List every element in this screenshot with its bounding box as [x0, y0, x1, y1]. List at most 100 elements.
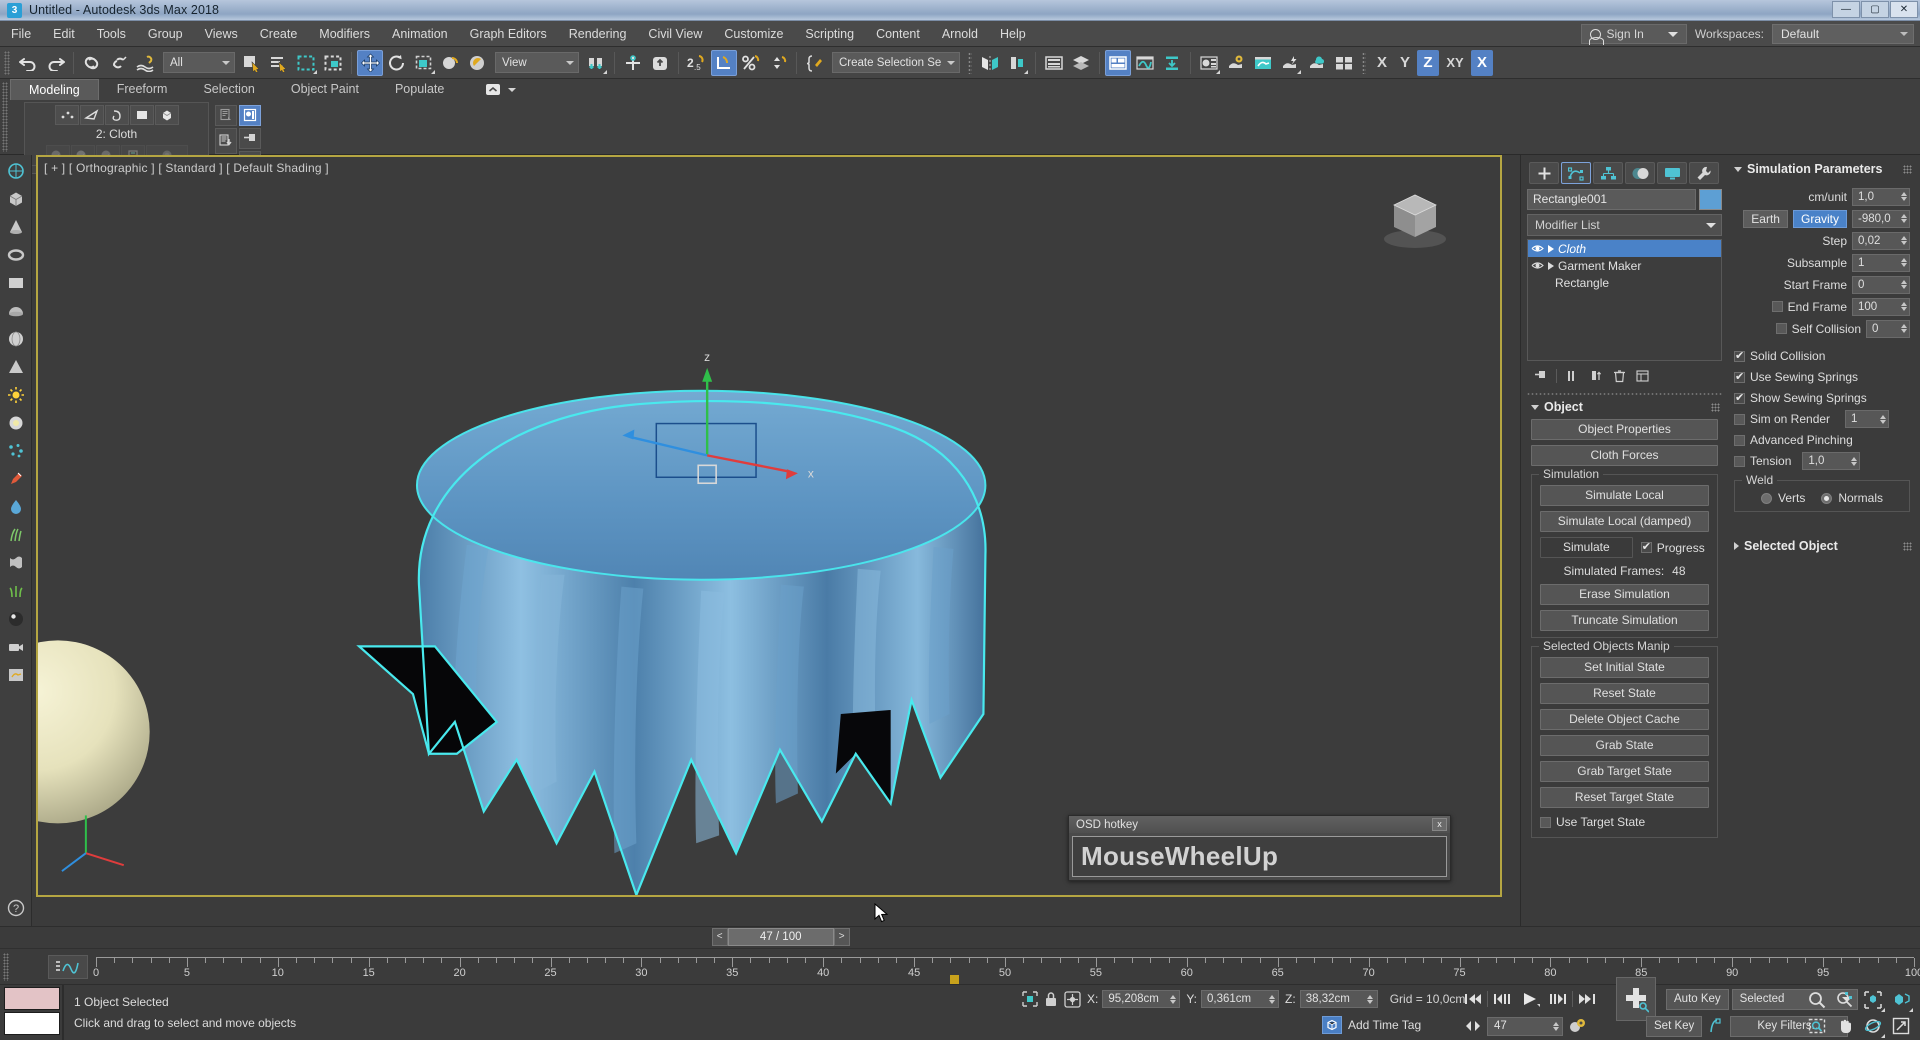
modifier-stack[interactable]: Cloth Garment Maker Rectangle — [1527, 239, 1722, 361]
end-frame-checkbox[interactable] — [1771, 301, 1783, 312]
cylinder-icon[interactable] — [4, 355, 28, 379]
show-end-result-button[interactable] — [239, 104, 261, 126]
menu-edit[interactable]: Edit — [42, 21, 86, 47]
previous-frame-button[interactable] — [1491, 988, 1513, 1010]
polygon-subobject-button[interactable] — [129, 105, 154, 125]
menu-civil-view[interactable]: Civil View — [637, 21, 713, 47]
orthographic-viewport[interactable]: [ + ] [ Orthographic ] [ Standard ] [ De… — [36, 155, 1502, 897]
self-collision-spinner[interactable]: 0 — [1866, 319, 1910, 338]
paint-icon[interactable] — [4, 467, 28, 491]
object-properties-button[interactable]: Object Properties — [1531, 419, 1718, 440]
select-and-scale-button[interactable] — [411, 50, 437, 76]
use-sewing-springs-checkbox[interactable] — [1734, 370, 1745, 383]
play-animation-button[interactable] — [1516, 988, 1544, 1010]
grass-icon[interactable] — [4, 579, 28, 603]
element-subobject-button[interactable] — [154, 105, 179, 125]
object-color-swatch[interactable] — [1699, 189, 1722, 210]
weld-verts-option[interactable]: Verts — [1760, 491, 1805, 505]
ribbon-grip[interactable] — [2, 82, 8, 152]
grab-state-button[interactable]: Grab State — [1540, 735, 1709, 756]
use-sewing-springs-row[interactable]: Use Sewing Springs — [1734, 368, 1910, 386]
select-and-move-button[interactable] — [357, 49, 383, 76]
motion-tab[interactable] — [1625, 162, 1655, 184]
ribbon-minimize-toggle[interactable] — [462, 79, 533, 99]
truncate-simulation-button[interactable]: Truncate Simulation — [1540, 610, 1709, 631]
tab-modeling[interactable]: Modeling — [10, 79, 99, 100]
progress-checkbox-row[interactable]: Progress — [1640, 539, 1705, 557]
hemisphere-icon[interactable] — [4, 299, 28, 323]
y-input[interactable]: 0,361cm — [1201, 990, 1280, 1008]
go-to-start-button[interactable] — [1462, 988, 1484, 1010]
expand-triangle-icon[interactable] — [1548, 244, 1554, 253]
use-target-state-row[interactable]: Use Target State — [1540, 813, 1709, 831]
angle-snap-button[interactable] — [711, 49, 737, 76]
pin-stack-button[interactable] — [239, 127, 261, 149]
self-collision-checkbox[interactable] — [1775, 323, 1787, 334]
menu-group[interactable]: Group — [137, 21, 194, 47]
absolute-relative-toggle-icon[interactable] — [1064, 990, 1081, 1008]
select-and-place-button[interactable] — [438, 50, 464, 76]
modifier-list-dropdown[interactable]: Modifier List — [1527, 214, 1722, 236]
simulate-local-button[interactable]: Simulate Local — [1540, 485, 1709, 506]
render-production-button[interactable] — [1277, 50, 1303, 76]
time-configuration-button[interactable] — [1566, 1015, 1588, 1037]
current-frame-input[interactable]: 47 — [1487, 1016, 1563, 1036]
bind-to-space-warp-button[interactable] — [133, 50, 159, 76]
grab-target-state-button[interactable]: Grab Target State — [1540, 761, 1709, 782]
create-shapes-icon[interactable] — [4, 159, 28, 183]
menu-content[interactable]: Content — [865, 21, 931, 47]
time-slider-track[interactable]: < 47 / 100 > — [34, 928, 1510, 948]
solid-collision-checkbox[interactable] — [1734, 349, 1745, 362]
time-slider-handle[interactable]: 47 / 100 — [727, 928, 834, 946]
stack-item-cloth[interactable]: Cloth — [1528, 240, 1721, 257]
scene-converter-icon[interactable] — [4, 663, 28, 687]
time-tag-icon[interactable] — [1322, 1016, 1342, 1034]
subsample-spinner[interactable]: 1 — [1852, 253, 1910, 272]
percent-snap-toggle-button[interactable] — [738, 50, 764, 76]
unlink-selection-button[interactable] — [106, 50, 132, 76]
menu-customize[interactable]: Customize — [713, 21, 794, 47]
set-initial-state-button[interactable]: Set Initial State — [1540, 657, 1709, 678]
sphere-icon[interactable] — [4, 327, 28, 351]
menu-graph-editors[interactable]: Graph Editors — [459, 21, 558, 47]
gravity-spinner[interactable]: -980,0 — [1852, 209, 1910, 228]
tab-freeform[interactable]: Freeform — [99, 79, 186, 99]
help-icon[interactable]: ? — [4, 896, 28, 920]
expand-triangle-icon[interactable] — [1548, 261, 1554, 270]
stack-item-garment-maker[interactable]: Garment Maker — [1528, 257, 1721, 274]
next-frame-button[interactable] — [1547, 988, 1569, 1010]
set-key-button[interactable]: Set Key — [1646, 1015, 1703, 1037]
named-selection-sets-combo[interactable]: Create Selection Se — [832, 52, 960, 73]
modify-tab[interactable] — [1561, 162, 1591, 184]
angle-snap-toggle-button[interactable]: 2.5 — [684, 50, 710, 76]
z-coordinate-field[interactable]: Z: 38,32cm — [1285, 990, 1378, 1008]
use-pivot-point-center-button[interactable] — [583, 50, 609, 76]
menu-create[interactable]: Create — [249, 21, 309, 47]
menu-arnold[interactable]: Arnold — [931, 21, 989, 47]
select-and-rotate-button[interactable] — [384, 50, 410, 76]
zoom-region-icon[interactable] — [1804, 1014, 1830, 1038]
hair-icon[interactable] — [4, 523, 28, 547]
open-render-gallery-button[interactable] — [1331, 50, 1357, 76]
menu-scripting[interactable]: Scripting — [794, 21, 865, 47]
particles-icon[interactable] — [4, 439, 28, 463]
menu-modifiers[interactable]: Modifiers — [308, 21, 381, 47]
x-input[interactable]: 95,208cm — [1102, 990, 1181, 1008]
configure-modifier-sets-icon[interactable] — [1635, 368, 1649, 384]
constraint-z-button[interactable]: Z — [1417, 49, 1439, 76]
preserve-uvs-button[interactable] — [215, 104, 237, 126]
x-coordinate-field[interactable]: X: 95,208cm — [1087, 990, 1181, 1008]
pan-hand-icon[interactable] — [1832, 1014, 1858, 1038]
constraint-x-button[interactable]: X — [1371, 50, 1393, 76]
sim-on-render-row[interactable]: Sim on Render 1 — [1734, 410, 1910, 428]
border-subobject-button[interactable] — [104, 105, 129, 125]
cloth-forces-button[interactable]: Cloth Forces — [1531, 445, 1718, 466]
simulation-parameters-header[interactable]: Simulation Parameters — [1728, 159, 1916, 179]
box-icon[interactable] — [4, 187, 28, 211]
ambient-light-icon[interactable] — [4, 411, 28, 435]
redo-button[interactable] — [42, 50, 68, 76]
light-icon[interactable] — [4, 383, 28, 407]
maximize-button[interactable]: ▢ — [1861, 1, 1889, 18]
material-sphere-icon[interactable] — [4, 607, 28, 631]
trackbar-grip[interactable] — [3, 953, 9, 981]
